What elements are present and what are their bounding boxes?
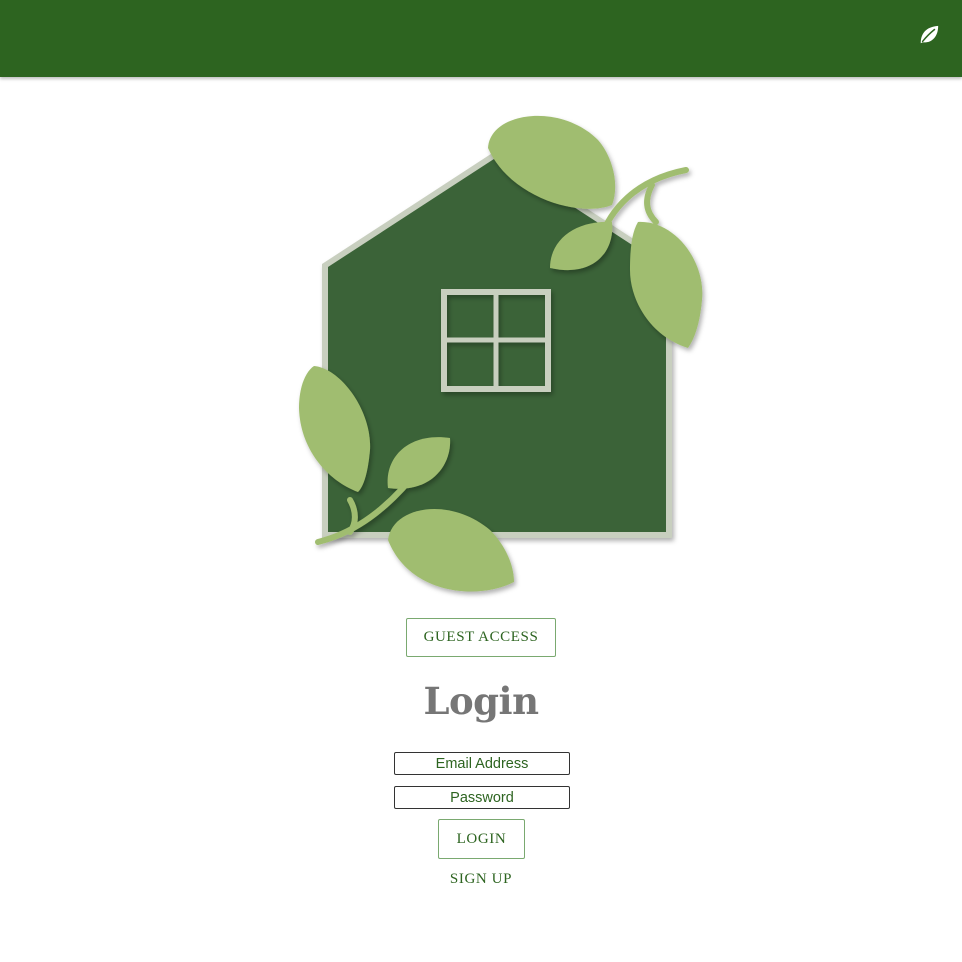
top-header-bar <box>0 0 962 77</box>
sign-up-link[interactable]: SIGN UP <box>421 871 541 888</box>
login-title: Login <box>423 679 539 723</box>
house-logo-illustration <box>299 115 703 592</box>
guest-access-button[interactable]: GUEST ACCESS <box>406 618 556 657</box>
login-button[interactable]: LOGIN <box>438 819 525 859</box>
leaf-icon[interactable] <box>918 24 940 46</box>
email-input[interactable] <box>394 752 570 775</box>
password-input[interactable] <box>394 786 570 809</box>
